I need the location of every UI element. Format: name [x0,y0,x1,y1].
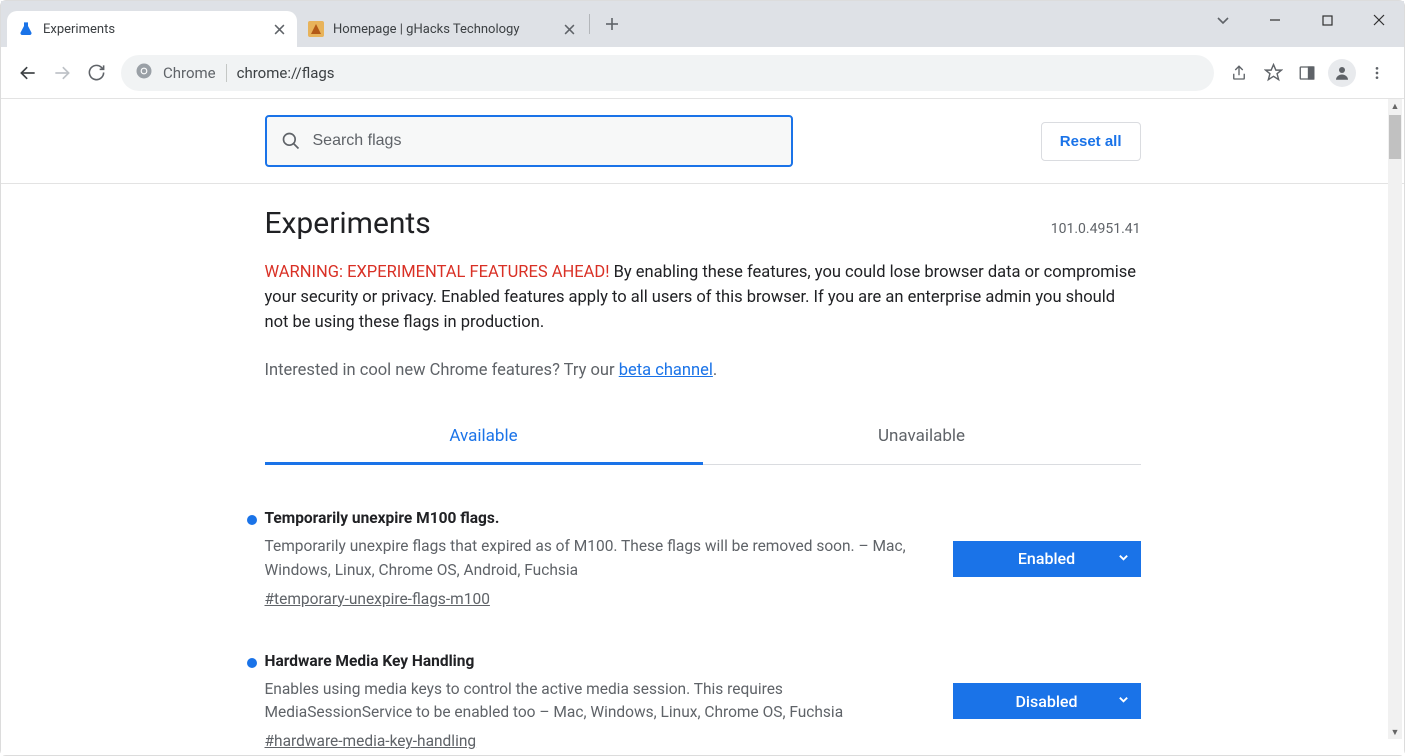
modified-dot-icon [247,515,257,525]
interest-prefix: Interested in cool new Chrome features? … [265,361,619,380]
tab-strip: Experiments Homepage | gHacks Technology [1,1,1404,47]
warning-red: WARNING: EXPERIMENTAL FEATURES AHEAD! [265,263,610,282]
side-panel-icon[interactable] [1290,56,1324,90]
profile-avatar[interactable] [1328,59,1356,87]
omnibox-url: chrome://flags [237,64,335,82]
maximize-button[interactable] [1312,5,1342,35]
flag-state-select[interactable]: Enabled [953,541,1141,577]
flag-title: Hardware Media Key Handling [265,652,913,670]
flag-state-value: Disabled [1015,692,1077,711]
tab-experiments[interactable]: Experiments [7,11,297,47]
flag-item: Temporarily unexpire M100 flags. Tempora… [265,509,1141,608]
chrome-logo-icon [135,62,153,84]
close-icon[interactable] [561,21,577,37]
experiment-tabs: Available Unavailable [265,410,1141,465]
search-flags-input[interactable] [313,132,777,150]
page-body: Experiments 101.0.4951.41 WARNING: EXPER… [265,184,1141,755]
warning-text: WARNING: EXPERIMENTAL FEATURES AHEAD! By… [265,261,1141,335]
flag-description: Enables using media keys to control the … [265,678,913,725]
tab-separator [589,14,590,34]
browser-chrome: Experiments Homepage | gHacks Technology [1,1,1404,99]
close-window-button[interactable] [1364,5,1394,35]
reset-all-button[interactable]: Reset all [1041,122,1141,161]
bookmark-star-icon[interactable] [1256,56,1290,90]
flag-state-value: Enabled [1018,549,1075,568]
vertical-scrollbar[interactable]: ▲ ▼ [1388,99,1402,739]
reload-button[interactable] [79,56,113,90]
flag-item: Hardware Media Key Handling Enables usin… [265,652,1141,751]
search-icon [281,131,301,151]
modified-dot-icon [247,658,257,668]
omnibox-divider [226,64,227,82]
close-icon[interactable] [271,21,287,37]
omnibox-origin: Chrome [163,64,216,82]
chevron-down-icon [1118,694,1129,708]
chevron-down-icon[interactable] [1208,5,1238,35]
interest-suffix: . [713,361,717,380]
kebab-menu-icon[interactable] [1360,56,1394,90]
scrollbar-down-icon[interactable]: ▼ [1388,725,1402,739]
back-button[interactable] [11,56,45,90]
toolbar: Chrome chrome://flags [1,47,1404,99]
flag-hash-link[interactable]: #hardware-media-key-handling [265,732,913,750]
tab-title: Experiments [43,22,263,37]
ghacks-favicon-icon [307,20,325,38]
scrollbar-thumb[interactable] [1389,115,1401,159]
page-title: Experiments [265,206,431,241]
flag-hash-link[interactable]: #temporary-unexpire-flags-m100 [265,590,913,608]
omnibox[interactable]: Chrome chrome://flags [121,55,1214,91]
page-viewport: Reset all Experiments 101.0.4951.41 WARN… [1,99,1404,755]
flag-state-select[interactable]: Disabled [953,683,1141,719]
window-controls [1208,5,1394,35]
beta-channel-text: Interested in cool new Chrome features? … [265,361,1141,380]
flag-title: Temporarily unexpire M100 flags. [265,509,913,527]
new-tab-button[interactable] [598,10,626,38]
version-label: 101.0.4951.41 [1051,221,1141,237]
tab-ghacks[interactable]: Homepage | gHacks Technology [297,11,587,47]
forward-button[interactable] [45,56,79,90]
chevron-down-icon [1118,552,1129,566]
beta-channel-link[interactable]: beta channel [619,361,713,380]
scrollbar-up-icon[interactable]: ▲ [1388,99,1402,113]
tab-available[interactable]: Available [265,410,703,465]
minimize-button[interactable] [1260,5,1290,35]
search-flags-input-wrap[interactable] [265,115,793,167]
share-icon[interactable] [1222,56,1256,90]
tab-unavailable[interactable]: Unavailable [703,410,1141,464]
search-bar-section: Reset all [1,99,1404,184]
tab-title: Homepage | gHacks Technology [333,22,553,37]
flag-description: Temporarily unexpire flags that expired … [265,535,913,582]
flask-icon [17,20,35,38]
